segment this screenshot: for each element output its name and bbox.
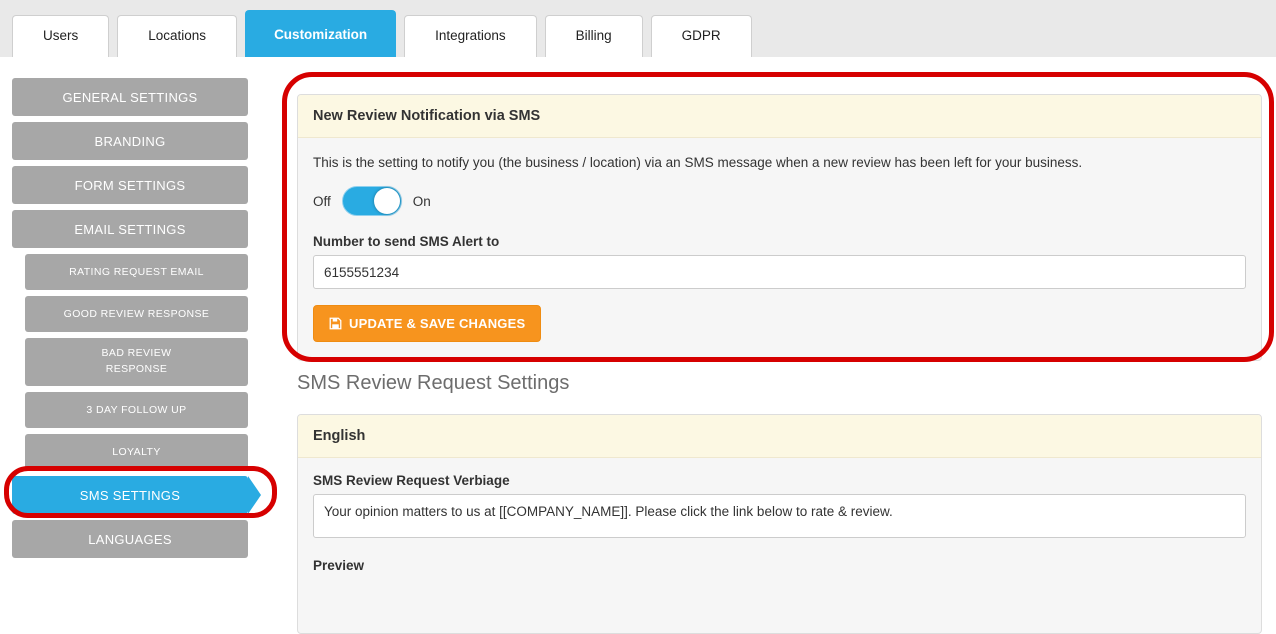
tab-locations[interactable]: Locations <box>117 15 238 57</box>
top-tab-bar: Users Locations Customization Integratio… <box>0 0 1276 57</box>
verbiage-label: SMS Review Request Verbiage <box>313 473 510 488</box>
sidebar-item-label: 3 DAY FOLLOW UP <box>86 404 187 416</box>
sidebar-item-general-settings[interactable]: GENERAL SETTINGS <box>12 78 248 116</box>
sms-toggle-row: Off On <box>313 186 1246 216</box>
sidebar-item-label: SMS SETTINGS <box>79 487 181 503</box>
sidebar-item-branding[interactable]: BRANDING <box>12 122 248 160</box>
sms-request-settings-heading: SMS Review Request Settings <box>297 372 570 394</box>
tab-integrations[interactable]: Integrations <box>404 15 537 57</box>
tab-billing[interactable]: Billing <box>544 15 643 57</box>
sidebar-item-label: GOOD REVIEW RESPONSE <box>63 308 210 320</box>
update-save-button[interactable]: UPDATE & SAVE CHANGES <box>313 305 542 342</box>
active-item-arrow-icon <box>248 476 261 514</box>
sidebar-item-good-review-response[interactable]: GOOD REVIEW RESPONSE <box>25 296 248 332</box>
sms-notification-panel: New Review Notification via SMS This is … <box>297 94 1262 361</box>
sms-notification-toggle[interactable] <box>341 186 402 216</box>
toggle-off-label: Off <box>313 193 331 209</box>
save-button-label: UPDATE & SAVE CHANGES <box>349 316 526 331</box>
sidebar-item-label: EMAIL SETTINGS <box>74 221 186 237</box>
toggle-knob <box>373 188 400 214</box>
phone-number-label: Number to send SMS Alert to <box>313 234 500 249</box>
sidebar-item-3-day-follow-up[interactable]: 3 DAY FOLLOW UP <box>25 392 248 428</box>
settings-sidebar: GENERAL SETTINGS BRANDING FORM SETTINGS … <box>12 78 261 558</box>
panel-title: New Review Notification via SMS <box>298 95 1261 138</box>
language-panel-title: English <box>298 415 1261 458</box>
sidebar-item-label: LANGUAGES <box>88 531 172 547</box>
language-panel-body: SMS Review Request Verbiage Your opinion… <box>298 458 1261 597</box>
sidebar-item-bad-review-response[interactable]: BAD REVIEW RESPONSE <box>25 338 248 386</box>
preview-label: Preview <box>313 558 365 573</box>
tab-gdpr[interactable]: GDPR <box>650 15 752 57</box>
sidebar-item-label: BRANDING <box>94 133 166 149</box>
sidebar-item-rating-request-email[interactable]: RATING REQUEST EMAIL <box>25 254 248 290</box>
sidebar-item-label: FORM SETTINGS <box>74 177 186 193</box>
tab-users[interactable]: Users <box>12 15 110 57</box>
sidebar-item-label: RATING REQUEST EMAIL <box>69 266 204 278</box>
notification-description: This is the setting to notify you (the b… <box>313 155 1083 170</box>
save-icon <box>329 317 342 330</box>
sidebar-item-email-settings[interactable]: EMAIL SETTINGS <box>12 210 248 248</box>
english-language-panel: English SMS Review Request Verbiage Your… <box>297 414 1262 634</box>
panel-body: This is the setting to notify you (the b… <box>298 138 1261 360</box>
sidebar-item-loyalty[interactable]: LOYALTY <box>25 434 248 470</box>
sidebar-item-label: BAD REVIEW RESPONSE <box>101 347 172 375</box>
sidebar-item-label: GENERAL SETTINGS <box>62 89 198 105</box>
sidebar-item-form-settings[interactable]: FORM SETTINGS <box>12 166 248 204</box>
sidebar-item-label: LOYALTY <box>112 446 161 458</box>
sidebar-item-sms-settings[interactable]: SMS SETTINGS <box>12 476 261 514</box>
phone-number-input[interactable] <box>313 255 1246 289</box>
toggle-on-label: On <box>412 193 431 209</box>
verbiage-input[interactable]: Your opinion matters to us at [[COMPANY_… <box>313 494 1246 538</box>
tab-customization[interactable]: Customization <box>245 10 397 57</box>
sidebar-item-languages[interactable]: LANGUAGES <box>12 520 248 558</box>
